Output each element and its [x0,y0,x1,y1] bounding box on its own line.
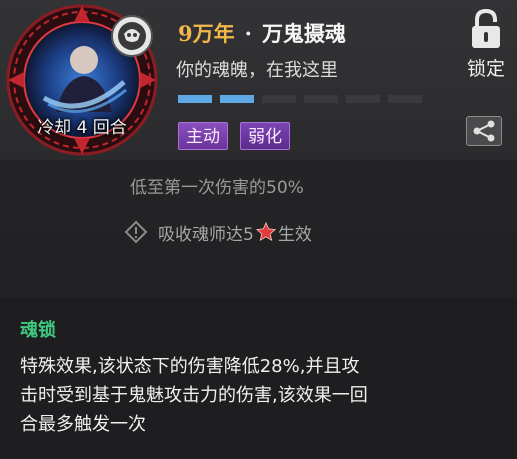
description-line: 击时受到基于鬼魅攻击力的伤害,该效果一回 [20,385,368,406]
skill-level-bars [178,95,422,103]
condition-text: 吸收魂师达5 [158,224,254,245]
skill-title: 9万年 · 万鬼摄魂 [178,18,346,48]
level-bar [304,95,338,103]
level-bar [388,95,422,103]
level-bar [220,95,254,103]
level-bar [178,95,212,103]
warning-diamond-icon [124,220,148,244]
description-line: 特殊效果,该状态下的伤害降低28%,并且攻 [20,356,360,377]
sub-effect-description: 特殊效果,该状态下的伤害降低28%,并且攻 击时受到基于鬼魅攻击力的伤害,该效果… [20,352,500,439]
spirit-emblem-icon [111,15,153,57]
tag-active: 主动 [178,122,228,150]
share-button[interactable] [466,116,502,146]
skill-name: 万鬼摄魂 [261,21,346,46]
skill-detail-panel: 冷却 4 回合 9万年 · 万鬼摄魂 你的魂魄，在我这里 主动 弱化 锁定 低至… [0,0,517,459]
red-star-icon [255,221,276,242]
sub-effect-name: 魂锁 [20,320,56,341]
skill-years: 9万年 [178,21,235,46]
padlock-icon [472,8,500,48]
level-bar [346,95,380,103]
skill-tags: 主动 弱化 [178,122,290,150]
lock-label: 锁定 [466,58,505,80]
skill-subtitle: 你的魂魄，在我这里 [176,60,338,81]
level-bar [262,95,296,103]
tag-weaken: 弱化 [240,122,290,150]
effect-partial-line: 低至第一次伤害的50% [130,178,304,198]
cooldown-label: 冷却 4 回合 [37,118,127,138]
description-line: 合最多触发一次 [20,414,146,435]
share-icon [473,120,495,142]
title-separator: · [244,21,252,46]
activation-condition: 吸收魂师达5 生效 [124,217,312,247]
condition-suffix: 生效 [277,224,312,245]
lock-button[interactable]: 锁定 [458,6,514,80]
